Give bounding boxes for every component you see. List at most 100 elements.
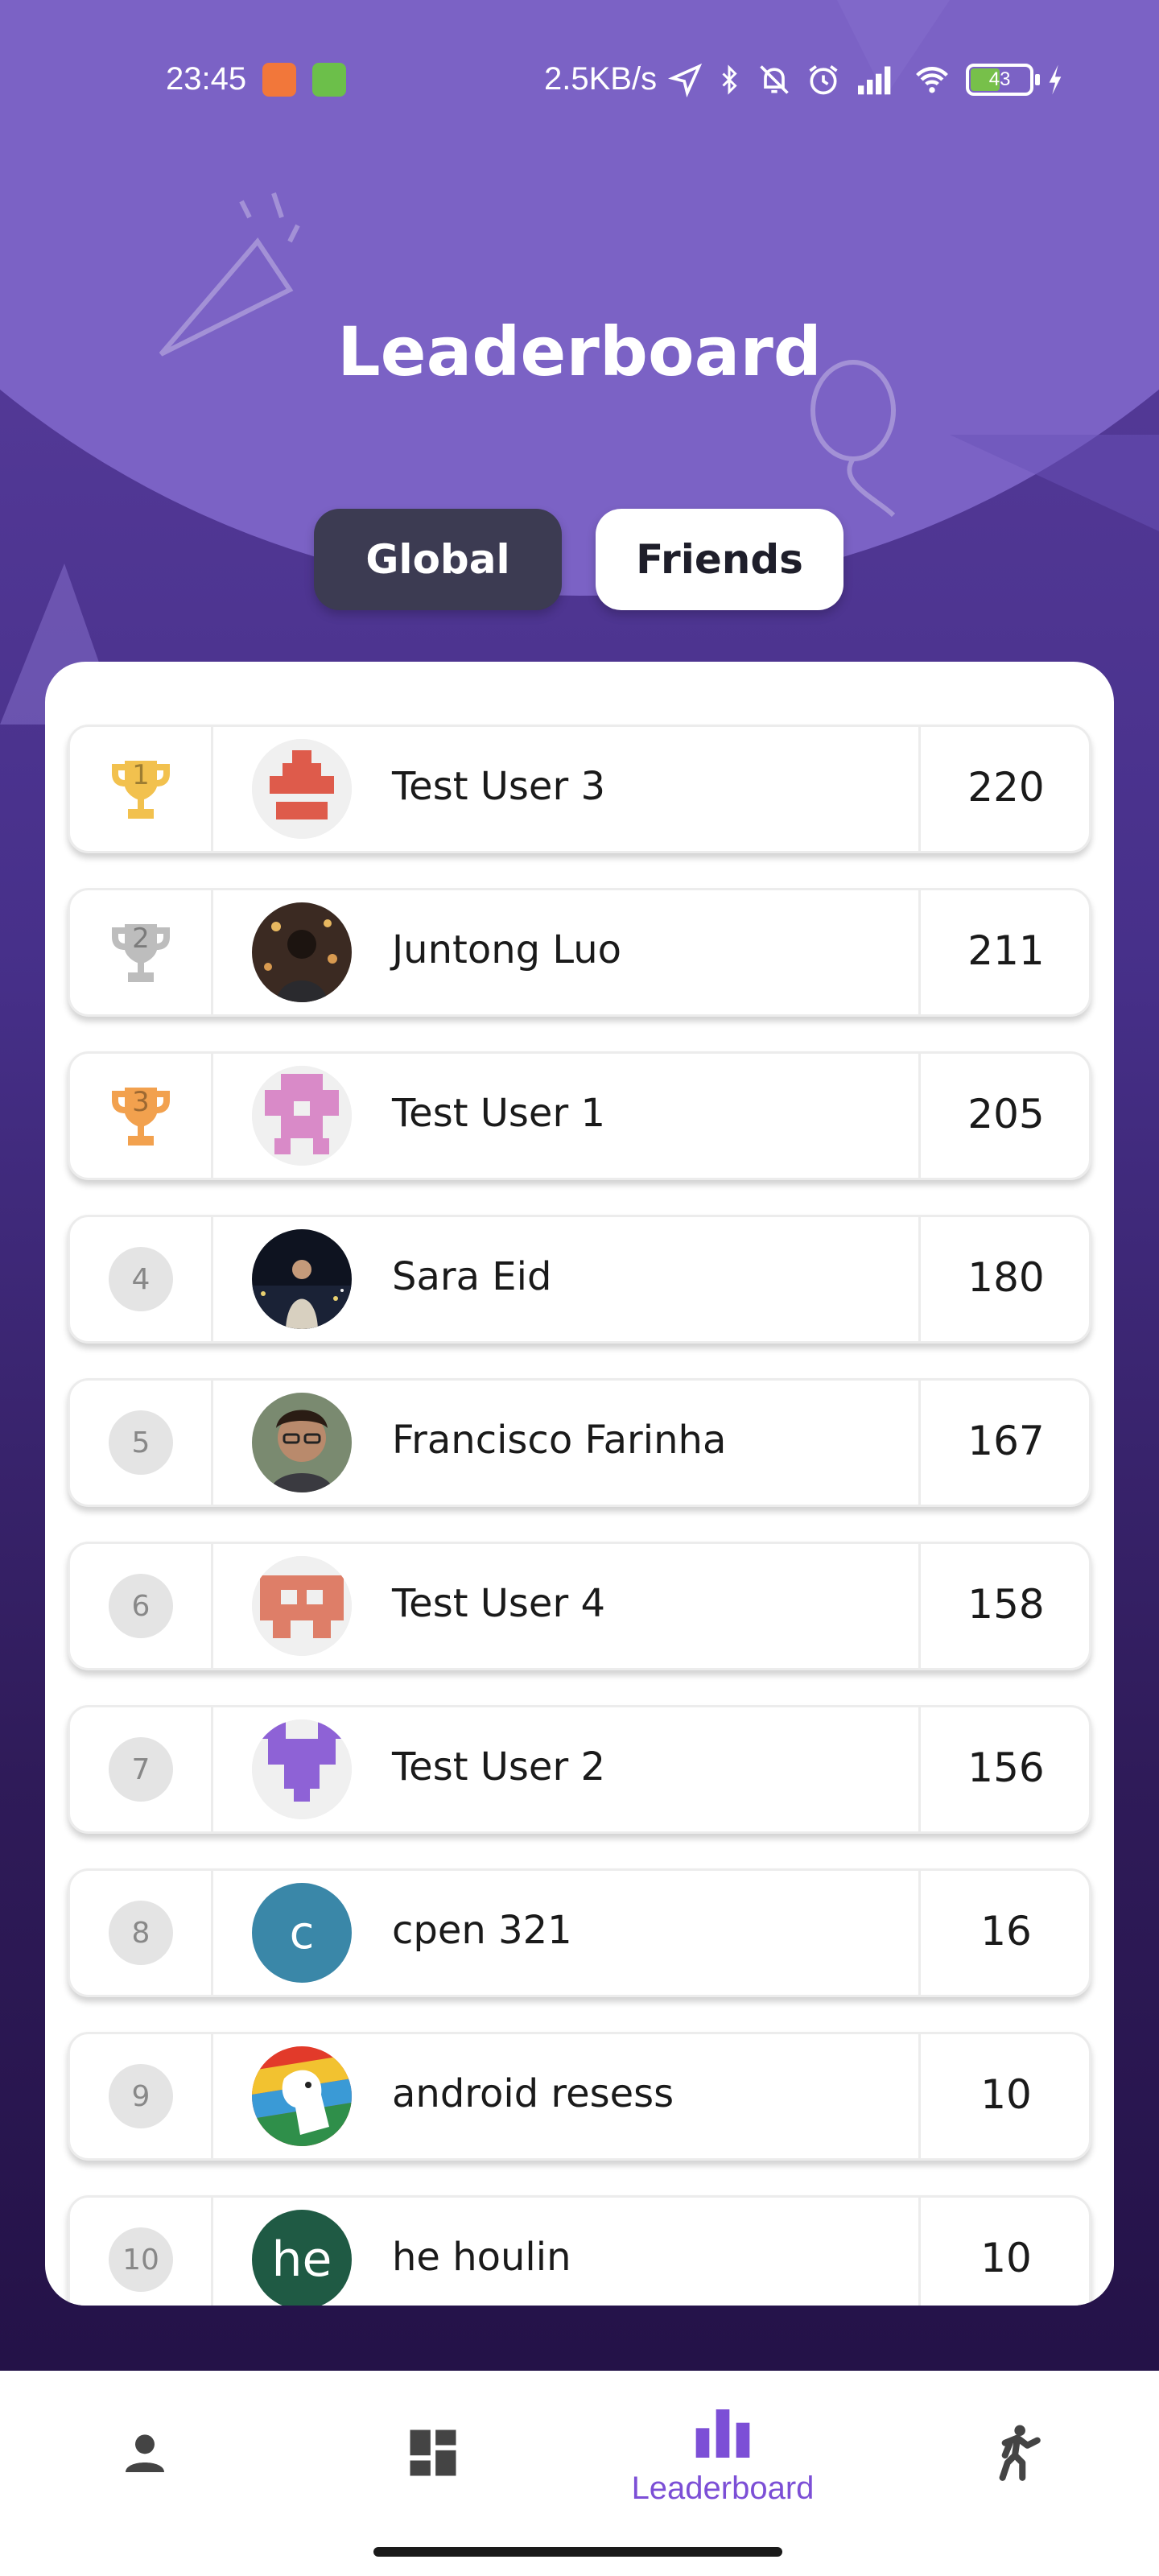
rank-number: 5: [109, 1410, 173, 1475]
avatar: he: [252, 2210, 352, 2306]
avatar-letter: c: [289, 1906, 315, 1959]
rank-number: 8: [109, 1901, 173, 1965]
score-cell: 158: [918, 1544, 1089, 1668]
leaderboard-row[interactable]: 9 android resess 10: [68, 2032, 1091, 2161]
person-icon: [126, 2434, 164, 2472]
score-cell: 10: [918, 2198, 1089, 2306]
battery-level: 43: [988, 68, 1011, 90]
home-indicator[interactable]: [373, 2547, 782, 2557]
avatar: [252, 1556, 352, 1656]
rank-number: 4: [109, 1247, 173, 1311]
rank-cell: 2: [70, 890, 213, 1014]
nav-dashboard[interactable]: [290, 2371, 580, 2532]
leaderboard-row[interactable]: 1 Test User 3 220: [68, 724, 1091, 853]
leaderboard-row[interactable]: 3 Test User 1 205: [68, 1051, 1091, 1180]
leaderboard-icon: [695, 2409, 750, 2458]
score-cell: 211: [918, 890, 1089, 1014]
user-score: 156: [967, 1744, 1045, 1791]
user-score: 211: [967, 927, 1045, 974]
rank-number: 1: [132, 759, 150, 791]
user-name: cpen 321: [392, 1908, 572, 1953]
rank-cell: 6: [70, 1544, 213, 1668]
user-name: Test User 2: [392, 1744, 605, 1790]
leaderboard-row[interactable]: 10 he he houlin 10: [68, 2195, 1091, 2306]
nav-leaderboard[interactable]: Leaderboard: [578, 2371, 868, 2532]
rank-cell: 3: [70, 1054, 213, 1178]
rank-cell: 1: [70, 727, 213, 851]
leaderboard-row[interactable]: 2 Juntong Luo 211: [68, 888, 1091, 1017]
android-app-icon: [312, 63, 346, 97]
user-name: Test User 4: [392, 1581, 605, 1626]
rank-number: 2: [132, 923, 150, 955]
dashboard-icon: [410, 2429, 456, 2476]
rank-cell: 7: [70, 1707, 213, 1831]
score-cell: 205: [918, 1054, 1089, 1178]
mute-icon: [760, 64, 789, 94]
avatar: [252, 902, 352, 1002]
alarm-icon: [809, 64, 838, 94]
rank-cell: 5: [70, 1381, 213, 1505]
avatar: [252, 739, 352, 839]
status-bar: 23:45 2.5KB/s 43: [0, 48, 1159, 113]
rank-number: 3: [132, 1086, 150, 1118]
tab-friends[interactable]: Friends: [596, 509, 843, 610]
nav-leaderboard-label: Leaderboard: [631, 2471, 815, 2506]
user-name: android resess: [392, 2071, 674, 2116]
rank-number: 10: [109, 2227, 173, 2292]
status-time: 23:45: [166, 61, 247, 97]
user-name: Francisco Farinha: [392, 1418, 727, 1463]
bluetooth-icon: [722, 64, 737, 95]
score-cell: 167: [918, 1381, 1089, 1505]
score-cell: 156: [918, 1707, 1089, 1831]
avatar: [252, 1229, 352, 1329]
rank-cell: 4: [70, 1217, 213, 1341]
avatar: [252, 1393, 352, 1492]
score-cell: 180: [918, 1217, 1089, 1341]
rank-number: 9: [109, 2064, 173, 2128]
user-score: 220: [967, 764, 1045, 811]
battery-icon: 43: [966, 63, 1041, 96]
leaderboard-row[interactable]: 5 Francisco Farinha 167: [68, 1378, 1091, 1507]
user-name: Juntong Luo: [392, 927, 622, 972]
nav-activity[interactable]: [868, 2371, 1157, 2532]
nav-profile[interactable]: [0, 2371, 290, 2532]
rank-cell: 8: [70, 1871, 213, 1995]
rank-cell: 9: [70, 2034, 213, 2158]
avatar: [252, 1066, 352, 1166]
user-score: 158: [967, 1581, 1045, 1628]
user-score: 167: [967, 1418, 1045, 1464]
leaderboard-row[interactable]: 7 Test User 2 156: [68, 1705, 1091, 1834]
user-score: 10: [980, 2071, 1032, 2118]
score-cell: 10: [918, 2034, 1089, 2158]
leaderboard-row[interactable]: 8 c cpen 321 16: [68, 1868, 1091, 1997]
user-name: Sara Eid: [392, 1254, 552, 1299]
leaderboard-row[interactable]: 4 Sara Eid 180: [68, 1215, 1091, 1344]
bottom-navigation: Leaderboard: [0, 2371, 1159, 2576]
location-icon: [668, 63, 703, 97]
charging-icon: [1049, 64, 1062, 94]
rank-number: 7: [109, 1737, 173, 1802]
avatar-letter: he: [271, 2231, 332, 2288]
tab-bar: Global Friends: [314, 509, 843, 610]
user-score: 16: [980, 1908, 1032, 1955]
wifi-icon: [916, 66, 948, 93]
avatar: [252, 1719, 352, 1819]
page-title: Leaderboard: [337, 312, 822, 391]
user-name: he houlin: [392, 2235, 571, 2280]
leaderboard-row[interactable]: 6 Test User 4 158: [68, 1542, 1091, 1670]
avatar: c: [252, 1883, 352, 1983]
score-cell: 220: [918, 727, 1089, 851]
tab-global[interactable]: Global: [314, 509, 562, 610]
user-score: 205: [967, 1091, 1045, 1137]
rank-number: 6: [109, 1574, 173, 1638]
network-speed: 2.5KB/s: [544, 61, 658, 97]
score-cell: 16: [918, 1871, 1089, 1995]
user-name: Test User 3: [392, 764, 605, 809]
user-name: Test User 1: [392, 1091, 605, 1136]
rank-cell: 10: [70, 2198, 213, 2306]
avatar: [252, 2046, 352, 2146]
video-app-icon: [262, 63, 296, 97]
leaderboard-panel[interactable]: 1 Test User 3 220 2 Juntong Luo 211 3 Te…: [45, 662, 1114, 2306]
signal-icon: [858, 66, 891, 94]
user-score: 180: [967, 1254, 1045, 1301]
